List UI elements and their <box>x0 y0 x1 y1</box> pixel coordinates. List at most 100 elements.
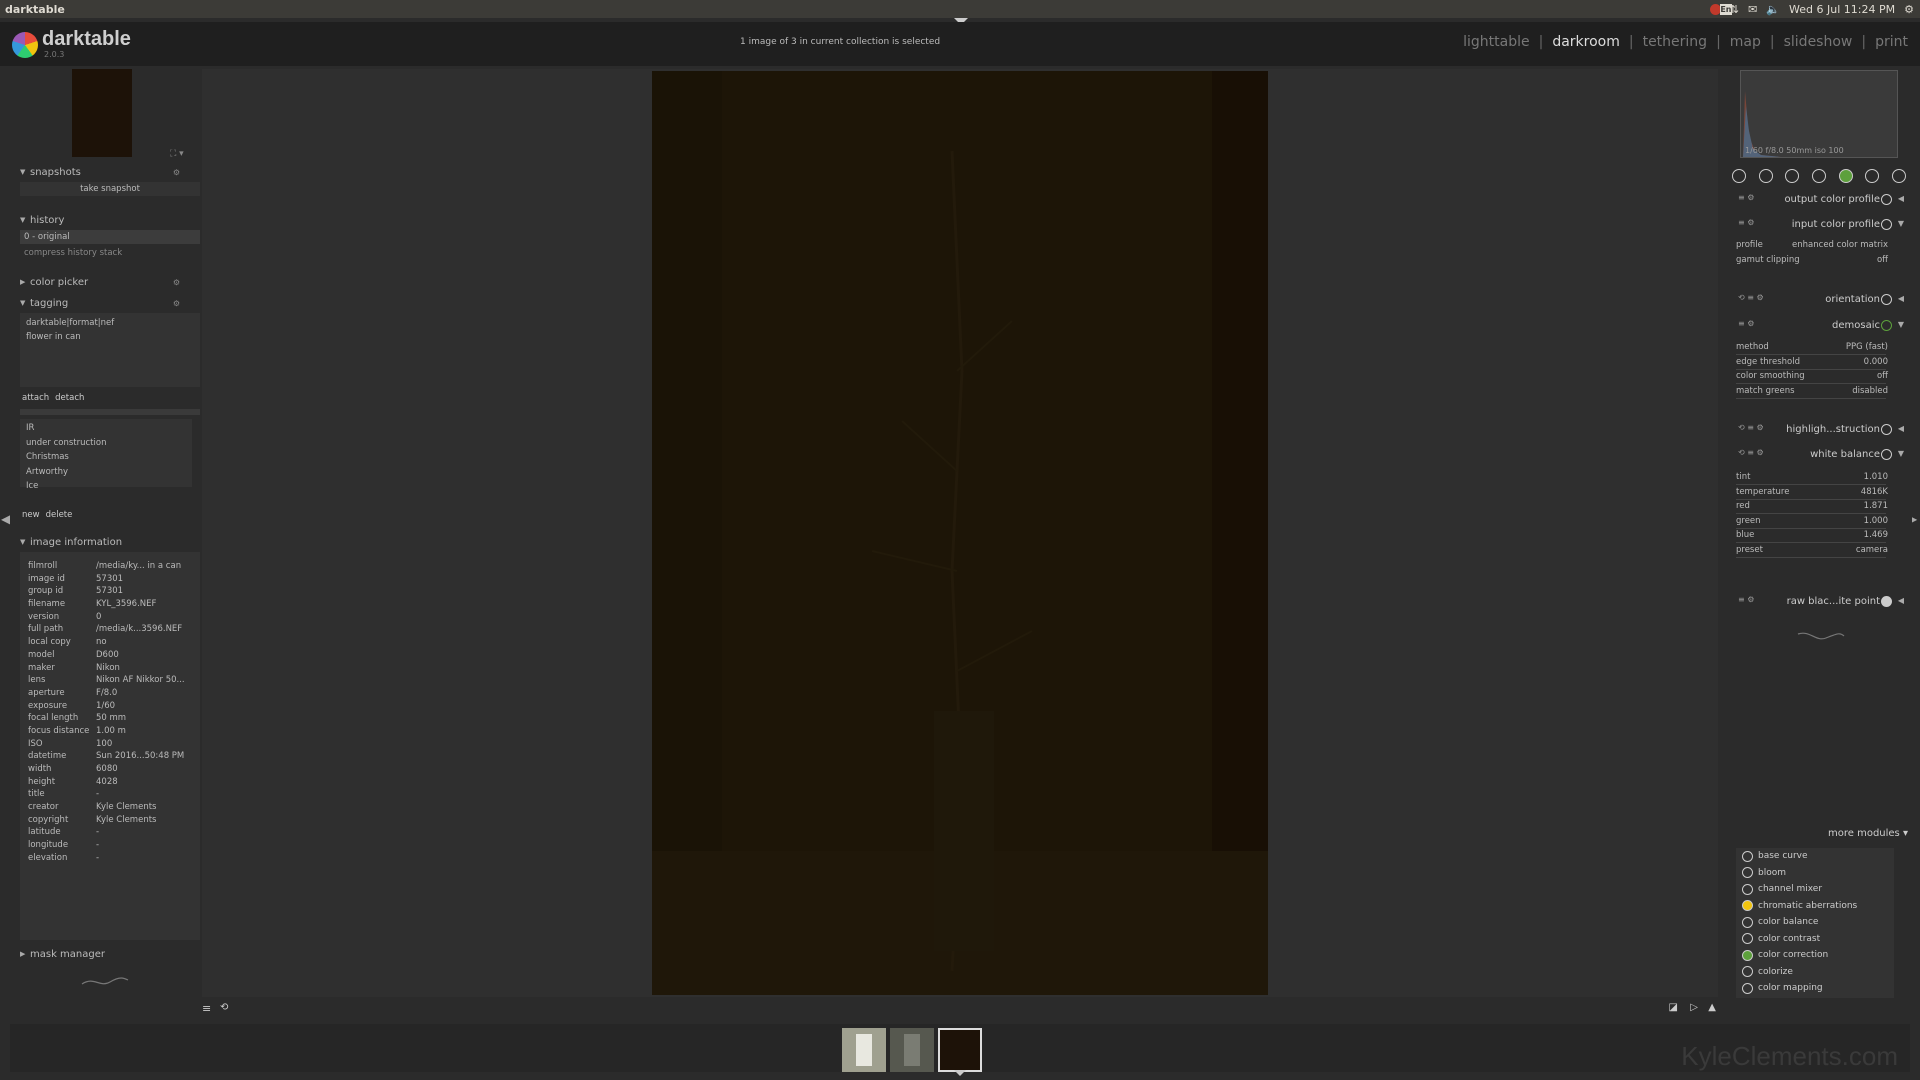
tag-item[interactable]: darktable|format|nef <box>26 316 194 330</box>
param-slider[interactable] <box>1736 498 1886 500</box>
main-photo[interactable] <box>652 71 1268 995</box>
param-slider[interactable] <box>1736 484 1886 485</box>
module-presets-icon[interactable]: ≡ ⚙ <box>1738 319 1754 328</box>
param-slider[interactable] <box>1736 542 1886 543</box>
reset-icon[interactable]: ⚙ <box>173 278 180 287</box>
module-power-icon[interactable] <box>1881 320 1892 331</box>
more-modules-collapse-icon[interactable]: ▾ <box>1903 828 1908 839</box>
module-list-item[interactable]: color balance <box>1736 914 1894 931</box>
module-power-icon[interactable] <box>1881 294 1892 305</box>
module-expand-icon[interactable]: ◀ <box>1898 294 1904 303</box>
tag-item[interactable]: flower in can <box>26 330 194 344</box>
module-param[interactable]: tint 1.010 <box>1736 472 1898 486</box>
mail-icon[interactable]: ✉ <box>1748 3 1757 16</box>
tagging-header[interactable]: ▼ tagging ⚙ <box>20 295 200 311</box>
module-expand-icon[interactable]: ◀ <box>1898 424 1904 433</box>
basic-group-icon[interactable] <box>1785 169 1800 183</box>
dictionary-tag[interactable]: Christmas <box>26 450 186 465</box>
styles-icon[interactable]: ⟲ <box>220 1002 228 1013</box>
active-modules-icon[interactable] <box>1732 169 1747 183</box>
favorites-icon[interactable] <box>1758 169 1773 183</box>
param-slider[interactable] <box>1736 368 1886 370</box>
module-list-item[interactable]: colorize <box>1736 964 1894 981</box>
tag-dictionary-list[interactable]: IR under construction Christmas Artworth… <box>20 419 192 491</box>
correct-group-icon[interactable] <box>1865 169 1880 183</box>
module-list-item[interactable]: base curve <box>1736 848 1894 865</box>
attach-button[interactable]: attach <box>22 393 49 403</box>
module-list-item[interactable]: color mapping <box>1736 980 1894 997</box>
module-param[interactable]: red 1.871 <box>1736 501 1898 515</box>
param-slider[interactable] <box>1736 556 1886 558</box>
filmstrip-thumbnail[interactable] <box>842 1028 886 1072</box>
image-information-header[interactable]: ▼ image information <box>20 534 200 550</box>
module-output-color-profile[interactable]: ≡ ⚙ output color profile ◀ <box>1726 191 1906 209</box>
effect-group-icon[interactable] <box>1891 169 1906 183</box>
module-expand-icon[interactable]: ◀ <box>1898 596 1904 605</box>
module-presets-icon[interactable]: ⟲ ≡ ⚙ <box>1738 293 1764 302</box>
param-slider[interactable] <box>1736 383 1886 384</box>
module-demosaic[interactable]: ≡ ⚙ demosaic ▼ <box>1726 317 1906 335</box>
dictionary-tag[interactable]: Artworthy <box>26 465 186 480</box>
module-param[interactable]: match greens disabled <box>1736 386 1898 400</box>
module-list-item[interactable]: chromatic aberrations <box>1736 898 1894 915</box>
history-header[interactable]: ▼ history <box>20 212 200 228</box>
new-tag-button[interactable]: new <box>22 510 40 520</box>
tone-group-icon[interactable] <box>1811 169 1826 183</box>
module-power-icon[interactable] <box>1881 596 1892 607</box>
module-param[interactable]: profile enhanced color matrix <box>1736 240 1898 254</box>
overexposed-indicator-icon[interactable]: ◪ <box>1669 1002 1678 1013</box>
history-item-original[interactable]: 0 - original <box>20 230 200 244</box>
view-slideshow[interactable]: slideshow <box>1784 34 1853 50</box>
module-presets-icon[interactable]: ⟲ ≡ ⚙ <box>1738 423 1764 432</box>
left-panel-toggle-icon[interactable]: ◀ <box>1 512 10 526</box>
volume-icon[interactable]: 🔈 <box>1766 3 1780 16</box>
delete-tag-button[interactable]: delete <box>46 510 73 520</box>
take-snapshot-button[interactable]: take snapshot <box>20 182 200 196</box>
dictionary-tag[interactable]: IR <box>26 421 186 436</box>
module-collapse-icon[interactable]: ▼ <box>1898 320 1904 329</box>
module-highlight-reconstruction[interactable]: ⟲ ≡ ⚙ highligh...struction ◀ <box>1726 421 1906 439</box>
more-modules-header[interactable]: more modules ▾ <box>1828 828 1908 839</box>
module-param[interactable]: edge threshold 0.000 <box>1736 357 1898 371</box>
module-orientation[interactable]: ⟲ ≡ ⚙ orientation ◀ <box>1726 291 1906 309</box>
module-white-balance[interactable]: ⟲ ≡ ⚙ white balance ▼ <box>1726 446 1906 464</box>
view-map[interactable]: map <box>1730 34 1761 50</box>
zoom-fit-icon[interactable]: ⛶ ▾ <box>170 149 184 159</box>
attached-tags-list[interactable]: darktable|format|nef flower in can <box>20 313 200 387</box>
settings-icon[interactable]: ⚙ <box>1904 3 1914 16</box>
filmstrip-thumbnail-selected[interactable] <box>938 1028 982 1072</box>
snapshots-header[interactable]: ▼ snapshots ⚙ <box>20 164 200 180</box>
module-list-item[interactable]: channel mixer <box>1736 881 1894 898</box>
module-presets-icon[interactable]: ≡ ⚙ <box>1738 193 1754 202</box>
view-print[interactable]: print <box>1875 34 1908 50</box>
filmstrip-thumbnail[interactable] <box>890 1028 934 1072</box>
module-raw-black-white-point[interactable]: ≡ ⚙ raw blac...ite point ◀ <box>1726 593 1906 611</box>
module-collapse-icon[interactable]: ▼ <box>1898 449 1904 458</box>
reset-icon[interactable]: ⚙ <box>173 168 180 177</box>
module-power-icon[interactable] <box>1881 424 1892 435</box>
module-expand-icon[interactable]: ◀ <box>1898 194 1904 203</box>
param-slider[interactable] <box>1736 513 1886 514</box>
color-picker-header[interactable]: ▶ color picker ⚙ <box>20 274 200 290</box>
clock[interactable]: Wed 6 Jul 11:24 PM <box>1789 3 1895 16</box>
filmstrip-toggle-arrow[interactable] <box>954 1070 966 1076</box>
module-list-item[interactable]: color correction <box>1736 947 1894 964</box>
view-darkroom[interactable]: darkroom <box>1552 34 1620 50</box>
module-param[interactable]: preset camera <box>1736 545 1898 559</box>
keyboard-layout-indicator[interactable]: En <box>1719 3 1732 15</box>
param-slider[interactable] <box>1736 397 1886 399</box>
mask-manager-header[interactable]: ▶ mask manager <box>20 946 200 962</box>
param-slider[interactable] <box>1736 527 1886 529</box>
module-param[interactable]: gamut clipping off <box>1736 255 1898 269</box>
module-power-icon[interactable] <box>1881 219 1892 230</box>
module-param[interactable]: temperature 4816K <box>1736 487 1898 501</box>
module-list-item[interactable]: color contrast <box>1736 931 1894 948</box>
tag-search-input[interactable] <box>20 409 200 415</box>
histogram[interactable]: 1/60 f/8.0 50mm iso 100 <box>1740 70 1898 158</box>
module-presets-icon[interactable]: ⟲ ≡ ⚙ <box>1738 448 1764 457</box>
dictionary-tag[interactable]: Ice <box>26 479 186 494</box>
detach-button[interactable]: detach <box>55 393 84 403</box>
view-tethering[interactable]: tethering <box>1643 34 1707 50</box>
color-group-icon[interactable] <box>1838 169 1853 183</box>
module-collapse-icon[interactable]: ▼ <box>1898 219 1904 228</box>
